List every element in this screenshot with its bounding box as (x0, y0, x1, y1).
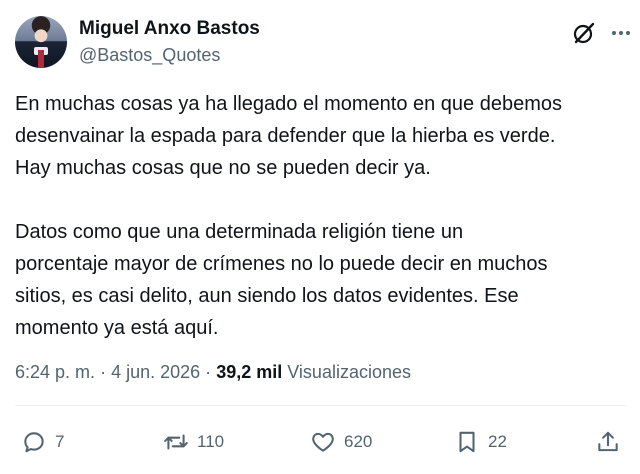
tweet-date[interactable]: 4 jun. 2026 (111, 362, 200, 382)
divider (15, 405, 627, 406)
views-count: 39,2 mil (216, 362, 283, 382)
tweet-time[interactable]: 6:24 p. m. (15, 362, 95, 382)
repost-count: 110 (197, 432, 225, 451)
meta-separator: · (100, 362, 107, 382)
share-button[interactable] (595, 424, 629, 460)
reply-icon (24, 432, 44, 453)
bookmark-icon (459, 431, 475, 453)
like-icon (312, 432, 334, 452)
avatar[interactable] (15, 16, 67, 68)
avatar-tie (38, 50, 44, 68)
reply-count: 7 (55, 432, 65, 451)
repost-icon (164, 434, 188, 450)
repost-button[interactable]: 110 (163, 424, 224, 460)
tweet-meta: 6:24 p. m. · 4 jun. 2026 · 39,2 mil Visu… (15, 362, 411, 383)
views-label: Visualizaciones (287, 362, 411, 382)
more-icon[interactable] (608, 20, 634, 46)
like-button[interactable]: 620 (310, 424, 372, 460)
author-name[interactable]: Miguel Anxo Bastos (79, 18, 260, 40)
meta-separator: · (205, 362, 212, 382)
like-count: 620 (344, 432, 373, 451)
author-handle[interactable]: @Bastos_Quotes (79, 45, 220, 66)
reply-button[interactable]: 7 (21, 424, 64, 460)
action-bar: 7 110 620 22 (15, 424, 627, 460)
share-icon (598, 431, 618, 452)
bookmark-count: 22 (488, 432, 507, 451)
tweet-text: En muchas cosas ya ha llegado el momento… (15, 93, 563, 339)
tweet-header: Miguel Anxo Bastos @Bastos_Quotes (15, 14, 630, 72)
grok-icon[interactable] (571, 20, 597, 46)
bookmark-button[interactable]: 22 (454, 424, 507, 460)
